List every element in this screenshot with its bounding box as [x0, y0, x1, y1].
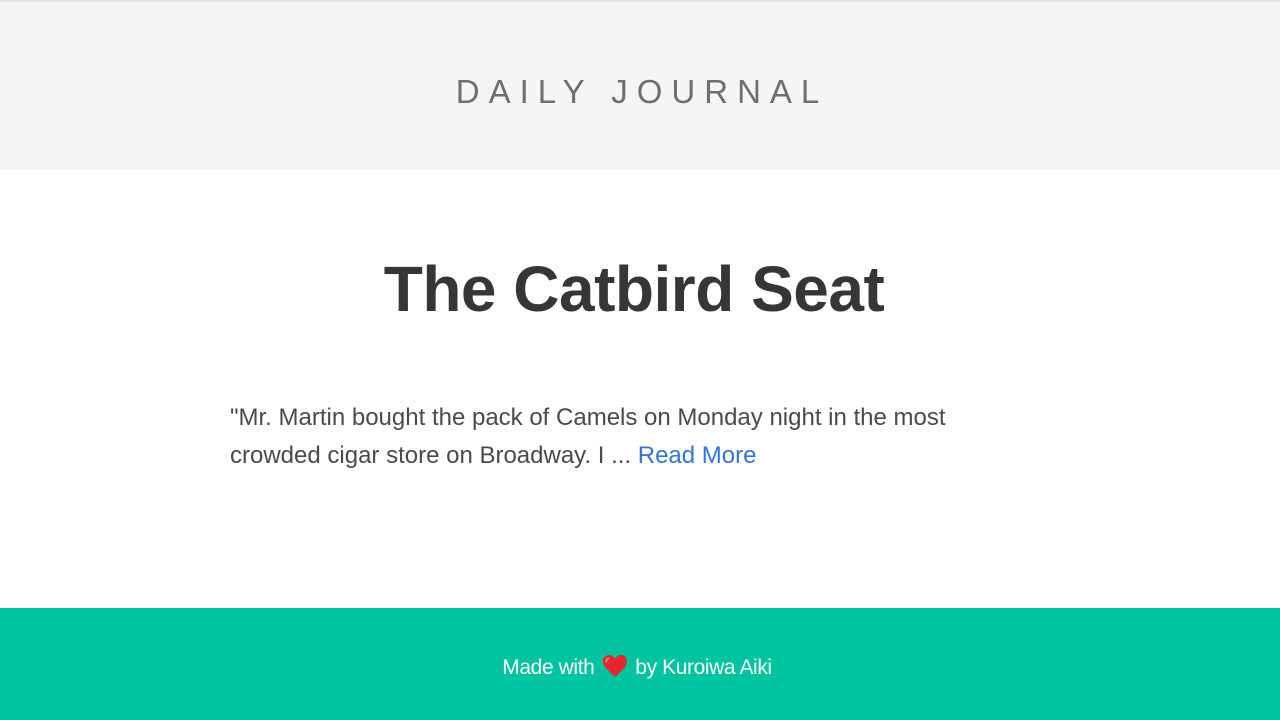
main-content: The Catbird Seat "Mr. Martin bought the …: [0, 170, 1280, 608]
site-title[interactable]: DAILY JOURNAL: [0, 72, 1280, 112]
site-header: DAILY JOURNAL: [0, 0, 1280, 170]
page: DAILY JOURNAL The Catbird Seat "Mr. Mart…: [0, 0, 1280, 720]
post-title[interactable]: The Catbird Seat: [0, 252, 1268, 326]
made-with-label: Made with: [502, 656, 595, 679]
site-footer: Made with by Kuroiwa Aiki: [0, 608, 1280, 720]
author-credit: by Kuroiwa Aiki: [635, 656, 772, 679]
footer-credit: Made with by Kuroiwa Aiki: [0, 654, 1274, 686]
post-excerpt: "Mr. Martin bought the pack of Camels on…: [230, 399, 1040, 475]
read-more-link[interactable]: Read More: [638, 442, 757, 469]
post-excerpt-text: "Mr. Martin bought the pack of Camels on…: [230, 404, 946, 469]
heart-icon: [602, 654, 628, 686]
